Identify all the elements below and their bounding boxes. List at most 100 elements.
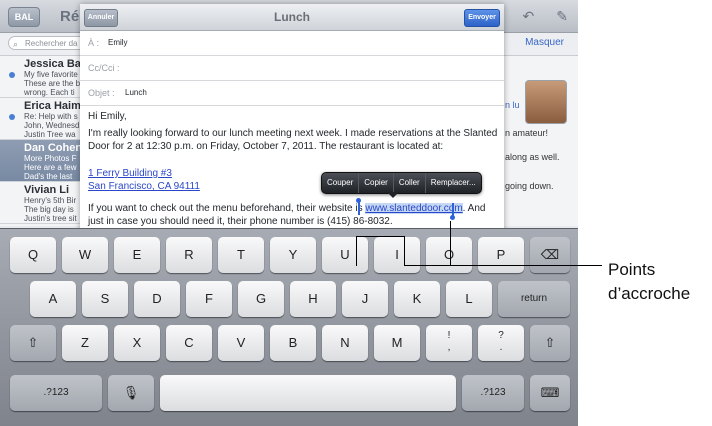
keyboard-hide-icon: ⌨ [540, 385, 560, 400]
key-s[interactable]: S [82, 281, 128, 317]
key-top-char: ? [498, 330, 504, 341]
key-q[interactable]: Q [10, 237, 56, 273]
key-d[interactable]: D [134, 281, 180, 317]
key-j[interactable]: J [342, 281, 388, 317]
key-g[interactable]: G [238, 281, 284, 317]
toolbar-icons: ↶ ✎ [501, 8, 568, 25]
pane-text: n amateur! [505, 128, 549, 138]
numbers-key-left[interactable]: .?123 [10, 375, 102, 411]
key-x[interactable]: X [114, 325, 160, 361]
key-v[interactable]: V [218, 325, 264, 361]
pane-text: going down. [505, 181, 554, 191]
subject-label: Objet : [88, 88, 115, 98]
key-p[interactable]: P [478, 237, 524, 273]
compose-title: Lunch [274, 10, 310, 24]
body-paragraph-2[interactable]: If you want to check out the menu before… [88, 202, 498, 215]
callout-line-1: Points [608, 260, 656, 279]
message-pane: n lu n amateur! along as well. going dow… [503, 56, 578, 226]
address-link[interactable]: 1 Ferry Building #3 [88, 168, 172, 179]
shift-key-right[interactable]: ⇧ [530, 325, 570, 361]
ipad-screen: BAL Ré ↶ ✎ ⌕ Rechercher da Masquer Jessic… [0, 0, 578, 426]
callout-label: Points d’accroche [608, 258, 690, 306]
search-icon: ⌕ [13, 39, 19, 49]
key-o[interactable]: O [426, 237, 472, 273]
key-question[interactable]: ? . [478, 325, 524, 361]
body-paragraph[interactable]: I'm really looking forward to our lunch … [88, 127, 498, 153]
reply-icon[interactable]: ↶ [523, 8, 535, 24]
to-value[interactable]: Emily [108, 38, 128, 47]
delete-key[interactable]: ⌫ [530, 237, 570, 273]
send-button[interactable]: Envoyer [464, 9, 500, 27]
paste-menu-item[interactable]: Coller [394, 173, 426, 193]
delete-icon: ⌫ [540, 247, 560, 262]
selected-link[interactable]: www.slanteddoor.com [365, 203, 463, 214]
callout-line [356, 236, 404, 237]
search-input[interactable]: ⌕ Rechercher da [8, 36, 88, 50]
avatar [525, 80, 567, 124]
copy-menu-item[interactable]: Copier [359, 173, 394, 193]
compose-sheet: Annuler Lunch Envoyer À : Emily Cc/Cci :… [80, 4, 504, 234]
list-item[interactable]: Jessica Ba My five favorite These are th… [0, 56, 90, 98]
edit-menu: Couper Copier Coller Remplacer... [321, 172, 482, 194]
selection-grab-line-end [451, 203, 454, 216]
shift-key-left[interactable]: ⇧ [10, 325, 56, 361]
return-key[interactable]: return [498, 281, 570, 317]
microphone-icon: 🎙 [122, 385, 140, 400]
key-b[interactable]: B [270, 325, 316, 361]
key-f[interactable]: F [186, 281, 232, 317]
body-text: If you want to check out the menu before… [88, 203, 366, 214]
key-top-char: ! [447, 330, 451, 341]
key-k[interactable]: K [394, 281, 440, 317]
body-paragraph-3[interactable]: just in case you should need it, their p… [88, 215, 498, 228]
key-w[interactable]: W [62, 237, 108, 273]
unread-dot [9, 72, 15, 78]
body-text: . And [462, 203, 486, 214]
pane-text: along as well. [505, 152, 560, 162]
cc-label: Cc/Cci : [88, 63, 120, 73]
cut-menu-item[interactable]: Couper [322, 173, 360, 193]
key-a[interactable]: A [30, 281, 76, 317]
selection-grab-line-start [357, 201, 360, 215]
key-exclamation[interactable]: ! , [426, 325, 472, 361]
message-list: Jessica Ba My five favorite These are th… [0, 56, 90, 226]
to-field[interactable]: À : Emily [80, 31, 504, 56]
key-r[interactable]: R [166, 237, 212, 273]
key-h[interactable]: H [290, 281, 336, 317]
body-text: just in case you should need it, their p… [88, 216, 365, 227]
space-bar[interactable] [160, 375, 456, 411]
hide-keyboard-key[interactable]: ⌨ [530, 375, 570, 411]
key-i[interactable]: I [374, 237, 420, 273]
key-e[interactable]: E [114, 237, 160, 273]
address-link[interactable]: San Francisco, CA 94111 [88, 181, 200, 192]
key-u[interactable]: U [322, 237, 368, 273]
dictation-key[interactable]: 🎙 [108, 375, 154, 411]
subject-value[interactable]: Lunch [125, 88, 147, 97]
subject-field[interactable]: Objet : Lunch [80, 81, 504, 106]
key-z[interactable]: Z [62, 325, 108, 361]
key-m[interactable]: M [374, 325, 420, 361]
body-text: -8032. [364, 216, 393, 227]
replace-menu-item[interactable]: Remplacer... [426, 173, 481, 193]
key-c[interactable]: C [166, 325, 212, 361]
cc-field[interactable]: Cc/Cci : [80, 56, 504, 81]
key-n[interactable]: N [322, 325, 368, 361]
key-y[interactable]: Y [270, 237, 316, 273]
keyboard: Q W E R T Y U I O P ⌫ A S D F G H J K L … [0, 228, 578, 426]
key-bottom-char: , [447, 342, 451, 353]
greeting[interactable]: Hi Emily, [88, 110, 498, 123]
list-item[interactable]: Erica Haim Re: Help with s John, Wednesd… [0, 98, 90, 140]
callout-line [450, 221, 451, 266]
compose-icon[interactable]: ✎ [556, 8, 568, 24]
to-label: À : [88, 38, 100, 48]
shift-icon: ⇧ [27, 335, 39, 350]
hide-button[interactable]: Masquer [525, 37, 564, 48]
callout-line [356, 236, 357, 266]
compose-toolbar: Annuler Lunch Envoyer [80, 4, 504, 31]
key-t[interactable]: T [218, 237, 264, 273]
key-bottom-char: . [499, 342, 503, 353]
mailbox-back-button[interactable]: BAL [8, 7, 40, 27]
list-item[interactable]: Vivian Li Henry's 5th Bir The big day is… [0, 182, 90, 224]
numbers-key-right[interactable]: .?123 [462, 375, 524, 411]
list-item[interactable]: Dan Cohen More Photos F Here are a few D… [0, 140, 90, 182]
key-l[interactable]: L [446, 281, 492, 317]
